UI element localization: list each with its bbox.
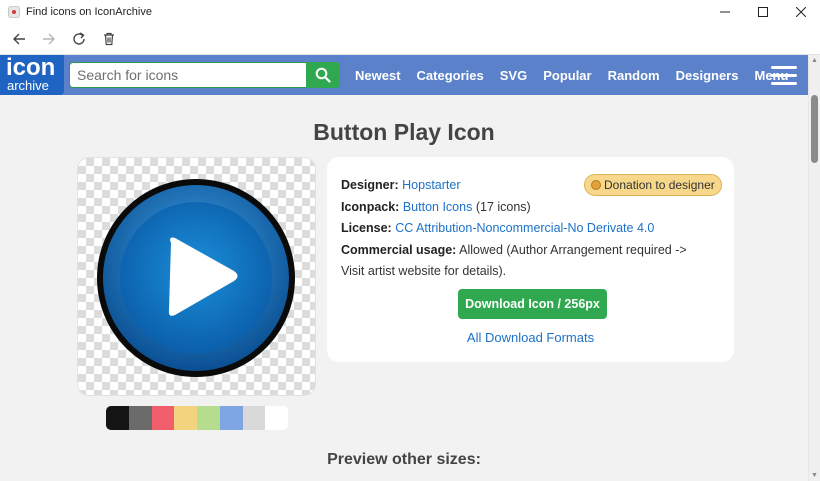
license-row: License: CC Attribution-Noncommercial-No… xyxy=(341,221,654,236)
commercial-text-continued: Visit artist website for details). xyxy=(341,264,507,278)
window-title: Find icons on IconArchive xyxy=(26,6,152,18)
reload-button[interactable] xyxy=(64,26,94,52)
nav-popular[interactable]: Popular xyxy=(535,68,599,83)
swatch-white[interactable] xyxy=(265,406,288,430)
trash-icon xyxy=(104,32,114,46)
iconarchive-logo[interactable]: icon archive xyxy=(0,55,64,95)
iconpack-link[interactable]: Button Icons xyxy=(403,200,473,214)
back-button[interactable] xyxy=(4,26,34,52)
main-nav: Newest Categories SVG Popular Random Des… xyxy=(347,55,796,95)
arrow-left-icon xyxy=(13,33,25,45)
minimize-button[interactable] xyxy=(706,0,744,24)
icon-info-card: Designer: Hopstarter Donation to designe… xyxy=(327,157,734,362)
hamburger-icon[interactable] xyxy=(771,66,797,85)
swatch-light-gray[interactable] xyxy=(242,406,266,430)
background-swatches xyxy=(106,406,288,430)
commercial-row: Commercial usage: Allowed (Author Arrang… xyxy=(341,243,687,258)
window-titlebar: Find icons on IconArchive xyxy=(0,0,820,24)
icon-preview xyxy=(77,157,316,396)
delete-button[interactable] xyxy=(94,26,124,52)
search-input[interactable] xyxy=(69,62,306,88)
iconpack-label: Iconpack: xyxy=(341,200,400,214)
nav-categories[interactable]: Categories xyxy=(409,68,492,83)
swatch-blue[interactable] xyxy=(219,406,243,430)
license-label: License: xyxy=(341,221,392,235)
browser-toolbar xyxy=(0,24,820,55)
play-button-icon xyxy=(97,179,295,377)
all-download-formats-link[interactable]: All Download Formats xyxy=(327,330,734,345)
app-icon xyxy=(8,6,20,18)
page-title: Button Play Icon xyxy=(313,119,495,145)
scrollbar-thumb[interactable] xyxy=(811,95,818,163)
designer-label: Designer: xyxy=(341,178,399,192)
swatch-gray[interactable] xyxy=(128,406,152,430)
license-link[interactable]: CC Attribution-Noncommercial-No Derivate… xyxy=(395,221,654,235)
scroll-down-icon[interactable]: ▼ xyxy=(811,472,818,479)
swatch-red[interactable] xyxy=(151,406,175,430)
search-button[interactable] xyxy=(306,62,340,88)
preview-sizes-heading: Preview other sizes: xyxy=(327,451,481,468)
designer-row: Designer: Hopstarter xyxy=(341,178,461,193)
reload-icon xyxy=(73,32,85,45)
swatch-yellow[interactable] xyxy=(174,406,197,430)
iconpack-count: (17 icons) xyxy=(475,200,531,214)
swatch-green[interactable] xyxy=(197,406,220,430)
swatch-black[interactable] xyxy=(106,406,129,430)
maximize-icon xyxy=(758,7,768,17)
designer-link[interactable]: Hopstarter xyxy=(402,178,460,192)
site-header: icon archive Newest Categories SVG Popul… xyxy=(0,55,808,95)
nav-designers[interactable]: Designers xyxy=(668,68,747,83)
donation-label: Donation to designer xyxy=(604,178,715,192)
window-controls xyxy=(706,0,820,24)
logo-text-icon: icon xyxy=(6,54,56,81)
arrow-right-icon xyxy=(43,33,55,45)
coin-icon xyxy=(591,180,601,190)
page-scrollbar[interactable]: ▲ ▼ xyxy=(808,55,820,481)
commercial-text: Allowed (Author Arrangement required -> xyxy=(459,243,687,257)
iconpack-row: Iconpack: Button Icons (17 icons) xyxy=(341,200,531,215)
forward-button[interactable] xyxy=(34,26,64,52)
nav-random[interactable]: Random xyxy=(600,68,668,83)
close-icon xyxy=(796,7,806,17)
nav-newest[interactable]: Newest xyxy=(347,68,409,83)
donation-button[interactable]: Donation to designer xyxy=(584,174,722,196)
commercial-label: Commercial usage: xyxy=(341,243,457,257)
maximize-button[interactable] xyxy=(744,0,782,24)
scroll-up-icon[interactable]: ▲ xyxy=(811,57,818,64)
minimize-icon xyxy=(720,11,730,13)
search-icon xyxy=(315,67,331,83)
close-button[interactable] xyxy=(782,0,820,24)
download-icon-button[interactable]: Download Icon / 256px xyxy=(458,289,607,319)
nav-svg[interactable]: SVG xyxy=(492,68,535,83)
logo-text-archive: archive xyxy=(7,78,49,93)
commercial-row-continued: Visit artist website for details). xyxy=(341,264,506,279)
